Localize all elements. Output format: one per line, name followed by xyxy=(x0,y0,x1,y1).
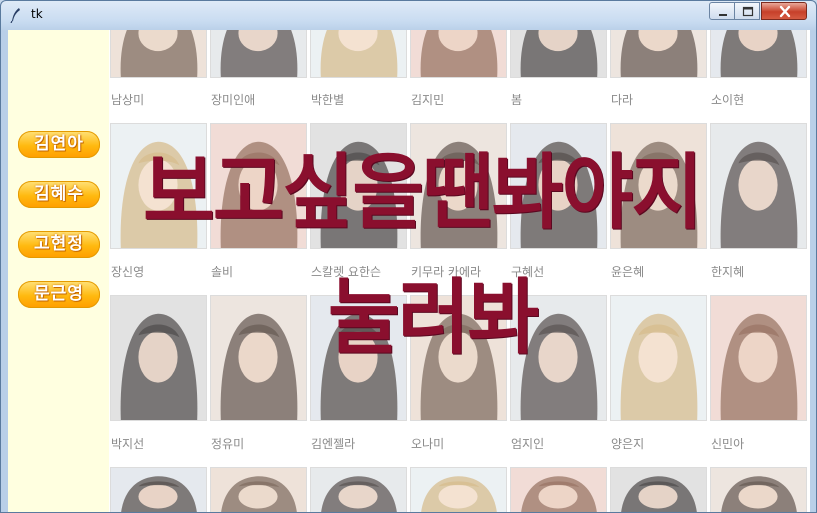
portrait-image xyxy=(111,468,206,512)
portrait-name: 장미인애 xyxy=(211,93,256,107)
portrait-image xyxy=(311,468,406,512)
portrait-photo[interactable] xyxy=(110,30,207,78)
portrait-photo[interactable] xyxy=(210,30,307,78)
portrait-photo[interactable] xyxy=(310,467,407,512)
portrait-photo[interactable] xyxy=(610,295,707,421)
portrait-image xyxy=(611,124,706,248)
portrait-image xyxy=(511,296,606,420)
portrait-name: 김엔젤라 xyxy=(311,437,356,451)
portrait-image xyxy=(711,296,806,420)
portrait-photo[interactable] xyxy=(710,123,807,249)
portrait-photo[interactable] xyxy=(610,467,707,512)
portrait-name: 키무라 카에라 xyxy=(411,265,482,279)
portrait-name: 박한별 xyxy=(311,93,345,107)
portrait-name: 한지혜 xyxy=(711,265,745,279)
portrait-image xyxy=(211,468,306,512)
portrait-photo[interactable] xyxy=(610,30,707,78)
portrait-photo[interactable] xyxy=(210,467,307,512)
portrait-name: 엄지인 xyxy=(511,437,545,451)
minimize-icon xyxy=(719,14,727,16)
minimize-button[interactable] xyxy=(709,2,735,20)
portrait-name: 구혜선 xyxy=(511,265,545,279)
portrait-image xyxy=(111,296,206,420)
portrait-photo[interactable] xyxy=(410,123,507,249)
portrait-photo[interactable] xyxy=(510,467,607,512)
portrait-image xyxy=(111,124,206,248)
portrait-photo[interactable] xyxy=(710,467,807,512)
portrait-name: 다라 xyxy=(611,93,634,107)
portrait-photo[interactable] xyxy=(410,467,507,512)
portrait-photo[interactable] xyxy=(510,30,607,78)
portrait-photo[interactable] xyxy=(610,123,707,249)
portrait-photo[interactable] xyxy=(210,295,307,421)
portrait-name: 김지민 xyxy=(411,93,445,107)
portrait-photo[interactable] xyxy=(510,123,607,249)
name-button-kim-yuna[interactable]: 김연아 xyxy=(18,131,100,158)
client-area: 김연아 김혜수 고현정 문근영 남상미 장미인애 박한별 김지민 봄 다라 소이현장신영 솔비… xyxy=(8,30,810,512)
portrait-image xyxy=(111,30,206,77)
portrait-image xyxy=(611,296,706,420)
portrait-photo[interactable] xyxy=(710,295,807,421)
maximize-icon xyxy=(742,6,754,17)
portrait-name: 솔비 xyxy=(211,265,234,279)
portrait-image xyxy=(711,124,806,248)
name-button-moon-geunyoung[interactable]: 문근영 xyxy=(18,281,100,308)
portrait-photo[interactable] xyxy=(110,295,207,421)
portrait-name: 스칼렛 요한슨 xyxy=(311,265,382,279)
portrait-name: 양은지 xyxy=(611,437,645,451)
portrait-image xyxy=(611,468,706,512)
portrait-image xyxy=(711,30,806,77)
portrait-name: 박지선 xyxy=(111,437,145,451)
portrait-name: 정유미 xyxy=(211,437,245,451)
portrait-image xyxy=(411,468,506,512)
window-title: tk xyxy=(31,7,43,21)
name-button-go-hyunjung[interactable]: 고현정 xyxy=(18,231,100,258)
maximize-button[interactable] xyxy=(734,2,760,20)
app-window: tk 김연아 김혜수 고현정 문근영 남상미 장미인애 박한별 김지민 봄 다라 소이현장신… xyxy=(0,0,817,513)
close-button[interactable] xyxy=(761,2,807,20)
portrait-photo[interactable] xyxy=(310,123,407,249)
close-icon xyxy=(779,5,791,18)
portrait-image xyxy=(311,124,406,248)
portrait-name: 오나미 xyxy=(411,437,445,451)
portrait-image xyxy=(511,468,606,512)
portrait-name: 신민아 xyxy=(711,437,745,451)
portrait-photo[interactable] xyxy=(710,30,807,78)
portrait-image xyxy=(511,124,606,248)
portrait-photo[interactable] xyxy=(510,295,607,421)
sidebar: 김연아 김혜수 고현정 문근영 xyxy=(8,30,109,512)
name-button-kim-hyesoo[interactable]: 김혜수 xyxy=(18,181,100,208)
portrait-image xyxy=(311,296,406,420)
portrait-photo[interactable] xyxy=(110,123,207,249)
portrait-image xyxy=(211,30,306,77)
portrait-image xyxy=(411,124,506,248)
portrait-image xyxy=(211,124,306,248)
portrait-photo[interactable] xyxy=(310,30,407,78)
portrait-image xyxy=(411,30,506,77)
portrait-photo[interactable] xyxy=(310,295,407,421)
portrait-name: 봄 xyxy=(511,93,523,107)
title-bar[interactable]: tk xyxy=(1,1,816,29)
portrait-name: 장신영 xyxy=(111,265,145,279)
portrait-image xyxy=(311,30,406,77)
portrait-photo[interactable] xyxy=(110,467,207,512)
portrait-image xyxy=(511,30,606,77)
photo-gallery: 남상미 장미인애 박한별 김지민 봄 다라 소이현장신영 솔비 스칼렛 요한슨 키무라 카에라 구혜… xyxy=(109,30,810,512)
portrait-image xyxy=(611,30,706,77)
portrait-image xyxy=(411,296,506,420)
portrait-photo[interactable] xyxy=(410,295,507,421)
portrait-name: 소이현 xyxy=(711,93,745,107)
portrait-image xyxy=(711,468,806,512)
portrait-image xyxy=(211,296,306,420)
tk-feather-icon xyxy=(10,8,20,23)
portrait-name: 윤은혜 xyxy=(611,265,645,279)
portrait-photo[interactable] xyxy=(210,123,307,249)
portrait-photo[interactable] xyxy=(410,30,507,78)
portrait-name: 남상미 xyxy=(111,93,145,107)
